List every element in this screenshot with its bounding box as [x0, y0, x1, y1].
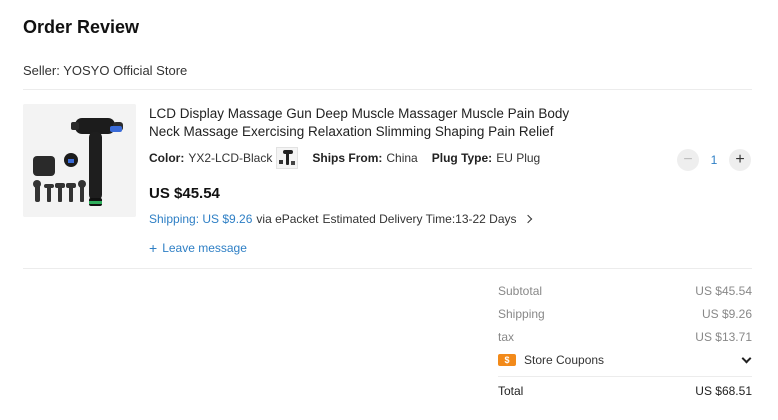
total-label: Total [498, 384, 524, 398]
summary-subtotal: Subtotal US $45.54 [498, 284, 752, 298]
variant-thumbnail-icon [276, 147, 299, 169]
ships-from-value: China [386, 151, 418, 165]
plus-icon: + [149, 240, 158, 256]
product-specs: Color: YX2-LCD-Black Ships From: China P… [149, 145, 540, 171]
delivery-time: Estimated Delivery Time:13-22 Days [322, 212, 517, 226]
ships-from-label: Ships From: [312, 151, 383, 165]
coupon-icon: $ [498, 354, 516, 366]
product-title[interactable]: LCD Display Massage Gun Deep Muscle Mass… [149, 105, 579, 141]
shipping-method: via ePacket [256, 212, 319, 226]
subtotal-value: US $45.54 [695, 284, 752, 298]
summary-tax: tax US $13.71 [498, 330, 752, 344]
tax-value: US $13.71 [695, 330, 752, 344]
shipping-value: US $9.26 [701, 307, 752, 321]
quantity-stepper: − 1 + [677, 149, 751, 171]
leave-message-link[interactable]: + Leave message [149, 240, 247, 256]
quantity-decrement-button[interactable]: − [677, 149, 699, 171]
item-price: US $45.54 [149, 185, 220, 202]
plug-type-value: EU Plug [496, 151, 541, 165]
total-value: US $68.51 [695, 384, 752, 398]
shipping-label: Shipping [498, 307, 545, 321]
divider-mid [23, 268, 752, 269]
tax-label: tax [498, 330, 515, 344]
shipping-info[interactable]: Shipping: US $9.26 via ePacket Estimated… [149, 212, 532, 226]
color-label: Color: [149, 151, 185, 165]
summary-shipping: Shipping US $9.26 [498, 307, 752, 321]
page-title: Order Review [23, 17, 140, 37]
product-image[interactable] [23, 104, 136, 217]
store-coupons-label: Store Coupons [524, 353, 605, 367]
quantity-increment-button[interactable]: + [729, 149, 751, 171]
store-coupons-label-wrap: $ Store Coupons [498, 353, 604, 367]
chevron-right-icon [523, 214, 532, 224]
chevron-down-icon[interactable] [741, 353, 752, 363]
seller-name[interactable]: Seller: YOSYO Official Store [23, 63, 187, 78]
leave-message-label: Leave message [162, 241, 247, 255]
divider-top [23, 89, 752, 90]
quantity-value[interactable]: 1 [699, 153, 729, 167]
summary-total: Total US $68.51 [498, 384, 752, 398]
color-value: YX2-LCD-Black [188, 151, 273, 165]
subtotal-label: Subtotal [498, 284, 543, 298]
shipping-cost: Shipping: US $9.26 [149, 212, 253, 226]
plug-type-label: Plug Type: [431, 151, 493, 165]
divider-total [498, 376, 752, 377]
store-coupons-row[interactable]: $ Store Coupons [498, 353, 752, 367]
